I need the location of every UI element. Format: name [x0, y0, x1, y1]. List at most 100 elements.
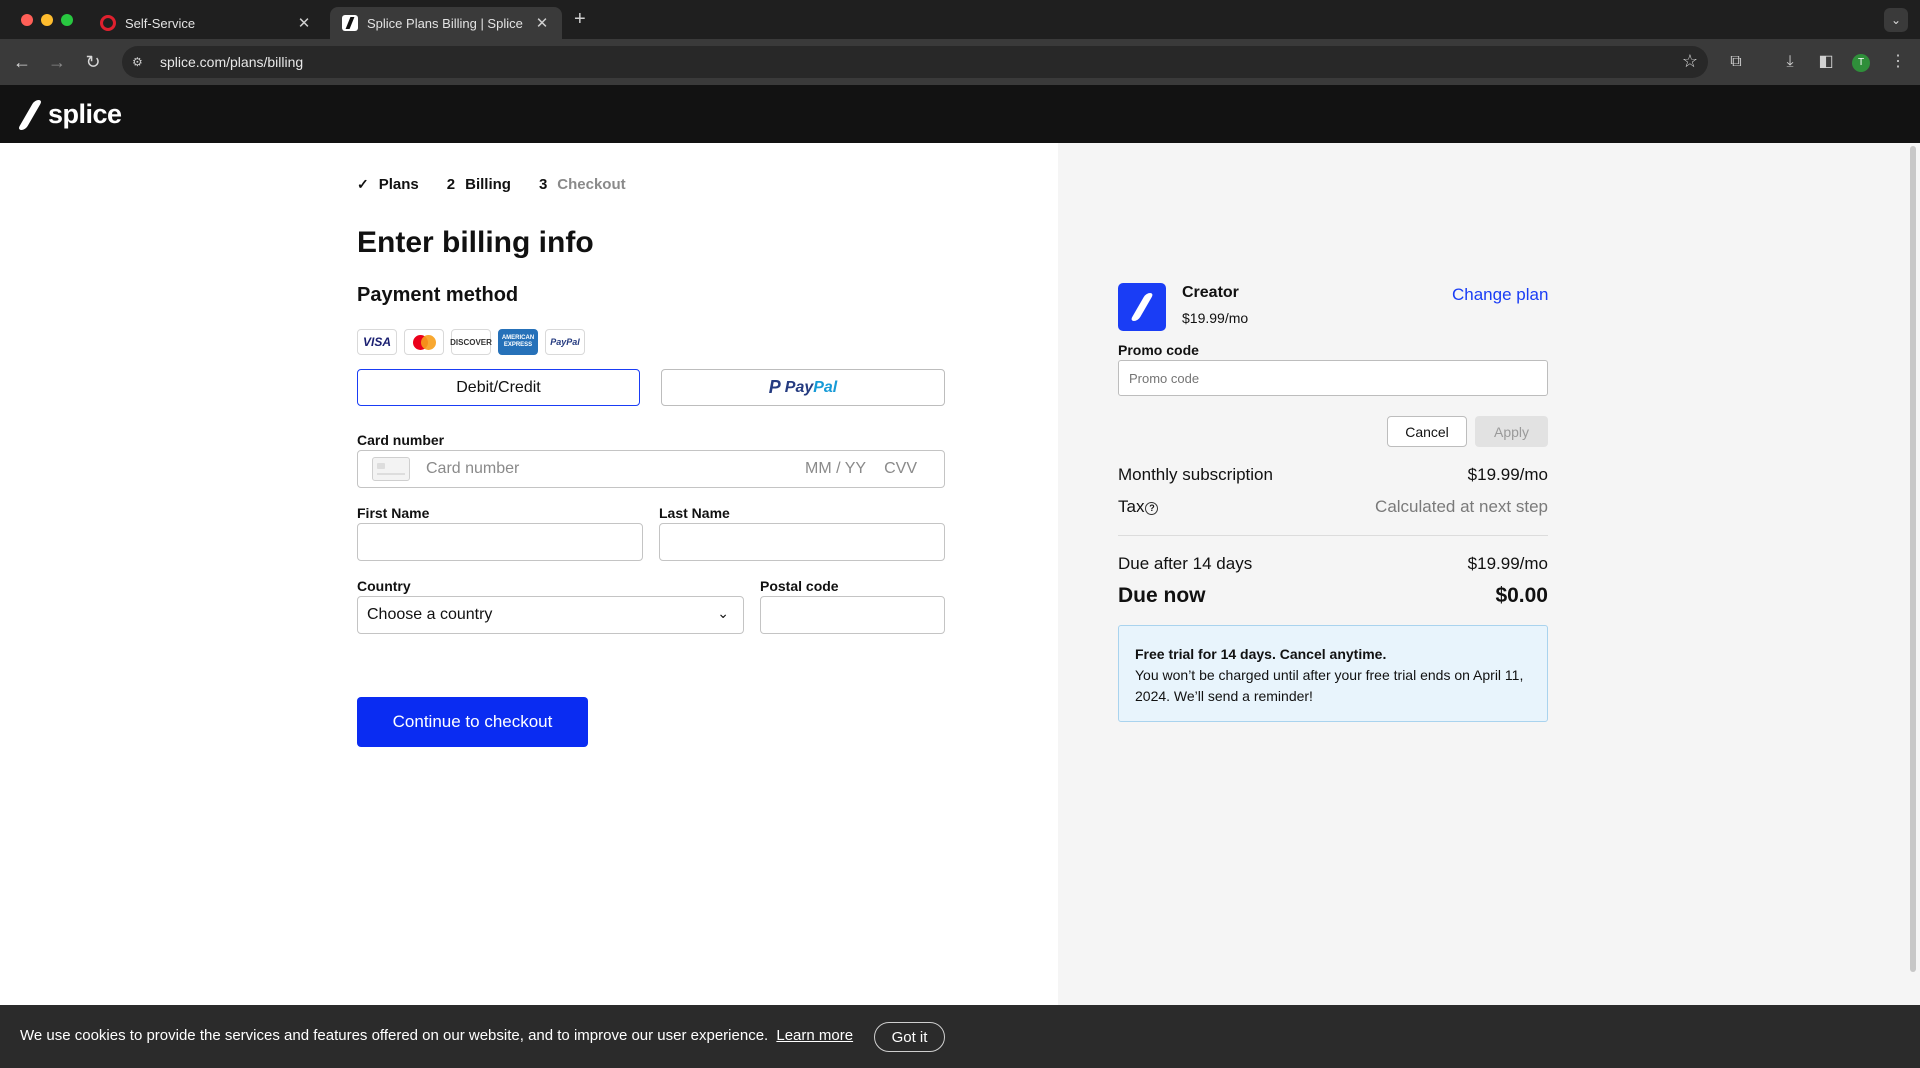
paypal-icon: P [768, 377, 781, 397]
creator-plan-icon [1118, 283, 1166, 331]
change-plan-link[interactable]: Change plan [1452, 285, 1548, 305]
splice-logo-icon [20, 100, 42, 130]
close-window-button[interactable] [21, 14, 33, 26]
step-number: 3 [538, 176, 548, 193]
site-header: splice [0, 85, 1920, 143]
browser-menu-icon[interactable]: ⋮ [1886, 50, 1910, 74]
paypal-logo: PayPal [545, 329, 585, 355]
country-label: Country [357, 578, 411, 594]
bookmark-star-icon[interactable]: ☆ [1682, 51, 1698, 72]
postal-code-field[interactable] [760, 596, 945, 634]
debit-credit-label: Debit/Credit [456, 378, 541, 396]
address-bar[interactable]: ⚙ splice.com/plans/billing ☆ [122, 46, 1708, 78]
discover-logo: DISCOVER [450, 329, 492, 355]
accepted-cards: VISA DISCOVER AMERICAN EXPRESS PayPal [357, 329, 592, 355]
trial-body: You won’t be charged until after your fr… [1135, 667, 1524, 704]
step-billing: 2 Billing [447, 176, 511, 193]
cancel-label: Cancel [1405, 423, 1449, 440]
tax-label: Tax [1118, 497, 1145, 516]
chevron-down-icon: ⌄ [717, 605, 729, 621]
cvv-placeholder[interactable]: CVV [884, 460, 917, 478]
last-name-field[interactable] [659, 523, 945, 561]
due-after-value: $19.99/mo [1467, 554, 1548, 573]
browser-tab-bar: Self-Service ✕ Splice Plans Billing | Sp… [0, 0, 1920, 39]
extensions-icon[interactable]: ⧉ [1724, 50, 1748, 74]
step-label: Plans [378, 176, 419, 193]
first-name-label: First Name [357, 505, 430, 521]
paypal-button[interactable]: P PayPal [661, 369, 945, 406]
promo-code-input[interactable] [1118, 360, 1548, 396]
splice-logo[interactable]: splice [20, 99, 122, 130]
plan-name: Creator [1182, 284, 1239, 301]
cookie-banner: We use cookies to provide the services a… [0, 1005, 1920, 1068]
checkmark-icon: ✓ [357, 176, 369, 192]
amex-logo: AMERICAN EXPRESS [498, 329, 538, 355]
got-it-label: Got it [891, 1028, 928, 1046]
due-now-value: $0.00 [1495, 584, 1548, 607]
download-icon[interactable]: ⤓ [1778, 50, 1802, 74]
opera-icon [100, 15, 116, 31]
reload-icon[interactable]: ↻ [80, 49, 106, 75]
maximize-window-button[interactable] [61, 14, 73, 26]
browser-tab-self-service[interactable]: Self-Service ✕ [88, 7, 324, 39]
apply-label: Apply [1493, 423, 1530, 440]
summary-divider [1118, 535, 1548, 536]
cookie-message: We use cookies to provide the services a… [20, 1027, 769, 1044]
order-summary-panel [1058, 143, 1906, 1005]
continue-to-checkout-button[interactable]: Continue to checkout [357, 697, 588, 747]
monthly-subscription-value: $19.99/mo [1467, 465, 1548, 484]
site-settings-icon[interactable]: ⚙ [132, 55, 150, 69]
card-number-placeholder: Card number [426, 460, 520, 477]
plan-price: $19.99/mo [1182, 310, 1249, 326]
browser-tab-splice[interactable]: Splice Plans Billing | Splice ✕ [330, 7, 562, 39]
new-tab-icon[interactable]: + [574, 8, 586, 31]
tab-title: Self-Service [125, 15, 196, 31]
step-plans[interactable]: ✓ Plans [357, 176, 419, 193]
due-now-row: Due now $0.00 [1118, 584, 1548, 608]
credit-card-icon [372, 457, 410, 481]
back-arrow-icon[interactable]: ← [9, 49, 35, 75]
minimize-window-button[interactable] [41, 14, 53, 26]
tab-title: Splice Plans Billing | Splice [367, 15, 523, 31]
country-select[interactable]: Choose a country ⌄ [357, 596, 744, 634]
help-circle-icon[interactable]: ? [1145, 502, 1159, 515]
scrollbar-thumb[interactable] [1910, 146, 1916, 972]
promo-cancel-button[interactable]: Cancel [1387, 416, 1467, 447]
monthly-subscription-label: Monthly subscription [1118, 465, 1273, 484]
step-label: Billing [465, 176, 511, 193]
last-name-label: Last Name [659, 505, 730, 521]
logo-text: splice [48, 99, 122, 129]
promo-code-label: Promo code [1118, 342, 1199, 358]
checkout-steps: ✓ Plans 2 Billing 3 Checkout [357, 176, 654, 193]
expiry-placeholder[interactable]: MM / YY [805, 460, 866, 478]
tax-value: Calculated at next step [1375, 497, 1548, 516]
debit-credit-button[interactable]: Debit/Credit [357, 369, 640, 406]
first-name-field[interactable] [357, 523, 643, 561]
close-tab-icon[interactable]: ✕ [296, 14, 312, 32]
cta-label: Continue to checkout [392, 712, 553, 731]
page-title: Enter billing info [357, 226, 594, 259]
url-text: splice.com/plans/billing [160, 54, 304, 70]
tab-search-chevron-icon[interactable]: ⌄ [1884, 8, 1908, 32]
close-tab-icon[interactable]: ✕ [534, 14, 550, 32]
step-label: Checkout [557, 176, 626, 193]
trial-title: Free trial for 14 days. Cancel anytime. [1135, 646, 1387, 662]
side-panel-icon[interactable]: ◧ [1814, 50, 1838, 74]
due-after-row: Due after 14 days $19.99/mo [1118, 554, 1548, 574]
card-number-field[interactable]: Card number MM / YY CVV [357, 450, 945, 488]
browser-toolbar: ← → ↻ ⚙ splice.com/plans/billing ☆ ⧉ ⤓ ◧… [0, 39, 1920, 85]
country-selected-value: Choose a country [367, 606, 493, 623]
learn-more-link[interactable]: Learn more [776, 1027, 853, 1044]
visa-logo: VISA [357, 329, 397, 355]
forward-arrow-icon[interactable]: → [44, 49, 70, 75]
paypal-wordmark: PayPal [784, 378, 838, 396]
card-number-label: Card number [357, 432, 445, 448]
monthly-subscription-row: Monthly subscription $19.99/mo [1118, 465, 1548, 485]
promo-apply-button[interactable]: Apply [1475, 416, 1548, 447]
due-after-label: Due after 14 days [1118, 554, 1253, 573]
got-it-button[interactable]: Got it [874, 1022, 945, 1052]
mastercard-logo [404, 329, 444, 355]
postal-code-label: Postal code [760, 578, 839, 594]
tax-row: Tax? Calculated at next step [1118, 497, 1548, 517]
profile-avatar[interactable]: T [1852, 54, 1870, 72]
